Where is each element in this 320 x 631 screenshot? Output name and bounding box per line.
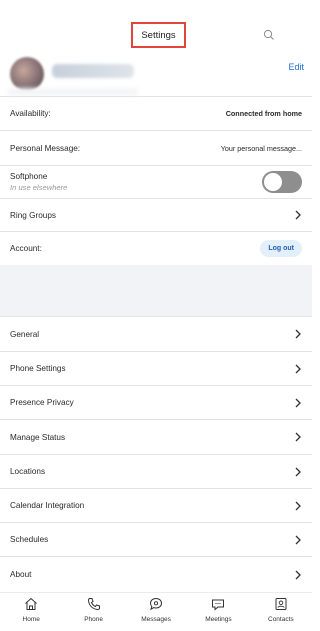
menu-item-general[interactable]: General (0, 317, 312, 352)
header: Settings (0, 0, 312, 50)
edit-profile-link[interactable]: Edit (288, 62, 304, 72)
chevron-right-icon (295, 364, 301, 373)
menu-item-label: Schedules (10, 535, 49, 544)
chevron-right-icon (295, 501, 301, 510)
tab-contacts[interactable]: Contacts (250, 593, 312, 631)
menu-item-label: Calendar Integration (10, 501, 85, 510)
meetings-icon (212, 599, 225, 611)
tab-label: Contacts (268, 616, 294, 623)
ring-groups-label: Ring Groups (10, 210, 56, 220)
menu-item-schedules[interactable]: Schedules (0, 523, 312, 557)
softphone-text: Softphone In use elsewhere (10, 172, 262, 192)
bottom-tab-bar: Home Phone Messages Meetings Contacts (0, 592, 312, 631)
availability-row[interactable]: Availability: Connected from home (0, 96, 312, 131)
menu-item-label: Locations (10, 467, 46, 476)
menu-item-presence-privacy[interactable]: Presence Privacy (0, 386, 312, 420)
tab-phone[interactable]: Phone (62, 593, 124, 631)
personal-message-row[interactable]: Personal Message: Your personal message.… (0, 131, 312, 166)
chevron-right-icon (295, 210, 301, 220)
messages-icon (150, 597, 163, 611)
availability-label: Availability: (10, 109, 51, 118)
chevron-right-icon (295, 329, 301, 339)
logout-button[interactable]: Log out (260, 240, 302, 257)
menu-item-locations[interactable]: Locations (0, 455, 312, 489)
menu-item-label: General (10, 329, 40, 339)
section-spacer (0, 265, 312, 317)
menu-item-calendar-integration[interactable]: Calendar Integration (0, 489, 312, 523)
chevron-right-icon (295, 467, 301, 476)
account-label: Account: (10, 244, 42, 253)
personal-message-label: Personal Message: (10, 143, 81, 153)
personal-message-value: Your personal message... (220, 143, 302, 153)
tab-home[interactable]: Home (0, 593, 62, 631)
ring-groups-row[interactable]: Ring Groups (0, 199, 312, 232)
menu-item-about[interactable]: About (0, 557, 312, 592)
contacts-icon (275, 598, 287, 610)
menu-item-phone-settings[interactable]: Phone Settings (0, 352, 312, 386)
softphone-row: Softphone In use elsewhere (0, 166, 312, 199)
tab-label: Meetings (205, 616, 232, 623)
profile-subtitle-redacted (8, 88, 138, 96)
tab-label: Messages (141, 616, 171, 623)
home-icon (25, 597, 38, 610)
account-row: Account: Log out (0, 232, 312, 265)
menu-item-label: Presence Privacy (10, 398, 74, 407)
softphone-sublabel: In use elsewhere (10, 183, 68, 192)
tab-messages[interactable]: Messages (125, 593, 187, 631)
profile-header: Edit (0, 52, 312, 96)
menu-item-label: Manage Status (10, 432, 66, 442)
availability-value: Connected from home (225, 109, 302, 118)
page-title: Settings (131, 22, 186, 48)
menu-item-label: About (10, 570, 32, 579)
menu-item-label: Phone Settings (10, 364, 66, 373)
chevron-right-icon (295, 398, 301, 407)
softphone-label: Softphone (10, 172, 48, 181)
profile-name-redacted (52, 64, 134, 78)
phone-icon (87, 598, 100, 611)
softphone-toggle[interactable] (262, 171, 302, 193)
menu-item-manage-status[interactable]: Manage Status (0, 420, 312, 455)
toggle-knob (264, 173, 282, 191)
tab-meetings[interactable]: Meetings (187, 593, 249, 631)
avatar (10, 57, 44, 91)
search-icon[interactable] (263, 29, 275, 41)
chevron-right-icon (295, 535, 301, 544)
tab-label: Phone (84, 616, 103, 623)
chevron-right-icon (295, 570, 301, 579)
chevron-right-icon (295, 432, 301, 442)
tab-label: Home (22, 616, 40, 623)
